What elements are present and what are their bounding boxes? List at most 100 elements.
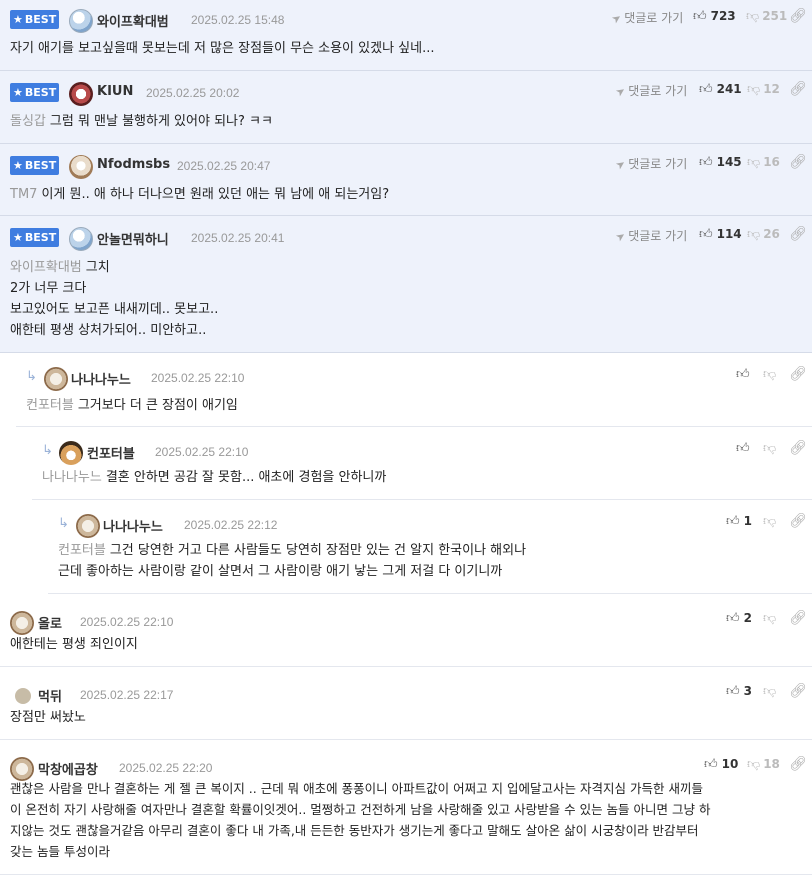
star-icon: ★	[13, 86, 23, 99]
grey-avatar[interactable]	[15, 688, 31, 704]
comment-line: 근데 좋아하는 사람이랑 같이 살면서 그 사람이랑 애기 낳는 그게 저걸 다…	[58, 564, 503, 579]
mention[interactable]: 컨포터블	[58, 543, 106, 558]
comment-line: 그치	[85, 260, 110, 275]
link-icon[interactable]: 🔗︎	[789, 8, 807, 24]
upvote-button[interactable]: 👍︎ 3	[726, 684, 752, 699]
upvote-button[interactable]: 👍︎ 114	[699, 227, 742, 242]
dog-avatar[interactable]	[69, 155, 93, 179]
downvote-button[interactable]: 👎︎	[763, 684, 779, 699]
comment-date: 2025.02.25 22:17	[80, 688, 174, 702]
seal-avatar[interactable]	[69, 227, 93, 251]
nickname[interactable]: 와이프확대범	[97, 11, 169, 30]
dog-avatar[interactable]	[76, 514, 100, 538]
goto-comment-link[interactable]: ➤댓글로 가기	[613, 82, 687, 100]
comment-line: 이 온전히 자기 사랑해줄 여자만나 결혼할 확률이잇겟어.. 멀쩡하고 건전하…	[10, 802, 711, 817]
downvote-button[interactable]: 👎︎ 16	[747, 155, 780, 170]
nickname[interactable]: 먹뒤	[38, 686, 62, 705]
thumbs-up-icon: 👍︎	[693, 9, 707, 24]
comment-item: ★ BEST KIUN 2025.02.25 20:02 ➤댓글로 가기 👍︎ 24…	[0, 71, 812, 144]
star-icon: ★	[13, 13, 23, 26]
downvote-button[interactable]: 👎︎ 18	[747, 757, 780, 772]
thumbs-down-icon: 👎︎	[763, 514, 777, 529]
nickname[interactable]: 올로	[38, 613, 62, 632]
nickname[interactable]: KIUN	[97, 84, 133, 99]
best-badge: ★ BEST	[10, 228, 59, 247]
link-icon[interactable]: 🔗︎	[789, 366, 807, 382]
link-icon[interactable]: 🔗︎	[789, 226, 807, 242]
downvote-button[interactable]: 👎︎	[763, 514, 779, 529]
thumbs-down-icon: 👎︎	[746, 9, 760, 24]
thumbs-up-icon: 👍︎	[726, 611, 740, 626]
fox-avatar[interactable]	[59, 441, 83, 465]
star-icon: ★	[13, 231, 23, 244]
comment-date: 2025.02.25 20:41	[191, 231, 285, 245]
comment-item: ★ BEST 와이프확대범 2025.02.25 15:48 ➤댓글로 가기 👍︎…	[0, 0, 812, 71]
downvote-button[interactable]: 👎︎	[763, 611, 779, 626]
comment-line: 괜찮은 사람을 만나 결혼하는 게 젤 큰 복이지 .. 근데 뭐 애초에 퐁퐁…	[10, 781, 703, 796]
thumbs-up-icon: 👍︎	[699, 82, 713, 97]
upvote-button[interactable]: 👍︎ 1	[726, 514, 752, 529]
comment-body: 컨포터블 그건 당연한 거고 다른 사람들도 당연히 장점만 있는 건 알지 한국…	[58, 540, 802, 582]
thumbs-down-icon: 👎︎	[747, 757, 761, 772]
comment-date: 2025.02.25 22:10	[151, 371, 245, 385]
comment-line: 이게 뭔.. 애 하나 더나으면 원래 있던 애는 뭐 남에 애 되는거임?	[41, 187, 390, 202]
comment-line: 그거보다 더 큰 장점이 애기임	[77, 398, 238, 413]
upvote-button[interactable]: 👍︎ 10	[704, 757, 738, 772]
nickname[interactable]: 안놀면뭐하니	[97, 229, 169, 248]
comment-date: 2025.02.25 22:20	[119, 761, 213, 775]
dog-avatar[interactable]	[10, 611, 34, 635]
downvote-button[interactable]: 👎︎ 26	[747, 227, 780, 242]
upvote-button[interactable]: 👍︎	[736, 441, 754, 456]
comment-body: 와이프확대범 그치 2가 너무 크다 보고있어도 보고픈 내새끼데.. 못보고..…	[10, 257, 802, 341]
comment-line: 그건 당연한 거고 다른 사람들도 당연히 장점만 있는 건 알지 한국이나 해…	[109, 543, 527, 558]
thumbs-up-icon: 👍︎	[726, 684, 740, 699]
link-icon[interactable]: 🔗︎	[789, 683, 807, 699]
comment-body: 자기 애기를 보고싶을때 못보는데 저 많은 장점들이 무슨 소용이 있겠나 싶…	[10, 38, 802, 59]
link-icon[interactable]: 🔗︎	[789, 756, 807, 772]
send-icon: ➤	[613, 83, 629, 100]
dog-avatar[interactable]	[44, 367, 68, 391]
downvote-button[interactable]: 👎︎ 12	[747, 82, 780, 97]
link-icon[interactable]: 🔗︎	[789, 154, 807, 170]
thumbs-down-icon: 👎︎	[747, 155, 761, 170]
send-icon: ➤	[609, 10, 625, 27]
link-icon[interactable]: 🔗︎	[789, 610, 807, 626]
link-icon[interactable]: 🔗︎	[789, 513, 807, 529]
goto-comment-link[interactable]: ➤댓글로 가기	[613, 155, 687, 173]
mention[interactable]: 돌싱갑	[10, 114, 46, 129]
comment-date: 2025.02.25 22:12	[184, 518, 278, 532]
comment-line: 그럼 뭐 맨날 불행하게 있어야 되나? ㅋㅋ	[49, 114, 273, 129]
downvote-button[interactable]: 👎︎ 251	[746, 9, 787, 24]
nickname[interactable]: 막창에곱창	[38, 759, 98, 778]
nickname[interactable]: Nfodmsbs	[97, 157, 170, 172]
upvote-button[interactable]: 👍︎ 241	[699, 82, 742, 97]
downvote-button[interactable]: 👎︎	[763, 441, 779, 456]
comment-date: 2025.02.25 22:10	[80, 615, 174, 629]
red-dog-avatar[interactable]	[69, 82, 93, 106]
link-icon[interactable]: 🔗︎	[789, 440, 807, 456]
downvote-button[interactable]: 👎︎	[763, 367, 779, 382]
thumbs-up-icon: 👍︎	[726, 514, 740, 529]
nickname[interactable]: 나나나누느	[71, 369, 131, 388]
comment-item: ↳ 나나나누느 2025.02.25 22:10 👍︎ 👎︎ 🔗︎ 컨포터블 그거…	[16, 353, 812, 427]
mention[interactable]: TM7	[10, 187, 37, 202]
link-icon[interactable]: 🔗︎	[789, 81, 807, 97]
thumbs-up-icon: 👍︎	[736, 367, 750, 382]
thumbs-up-icon: 👍︎	[736, 441, 750, 456]
nickname[interactable]: 컨포터블	[87, 443, 135, 462]
goto-comment-link[interactable]: ➤댓글로 가기	[609, 9, 683, 27]
mention[interactable]: 컨포터블	[26, 398, 74, 413]
seal-avatar[interactable]	[69, 9, 93, 33]
upvote-button[interactable]: 👍︎	[736, 367, 754, 382]
mention[interactable]: 와이프확대범	[10, 260, 82, 275]
comment-body: 컨포터블 그거보다 더 큰 장점이 애기임	[26, 395, 802, 416]
upvote-button[interactable]: 👍︎ 2	[726, 611, 752, 626]
comment-line: 애한테 평생 상처가되어.. 미안하고..	[10, 323, 207, 338]
upvote-button[interactable]: 👍︎ 723	[693, 9, 736, 24]
upvote-button[interactable]: 👍︎ 145	[699, 155, 742, 170]
comment-line: 보고있어도 보고픈 내새끼데.. 못보고..	[10, 302, 219, 317]
comment-body: TM7 이게 뭔.. 애 하나 더나으면 원래 있던 애는 뭐 남에 애 되는거임…	[10, 184, 802, 205]
nickname[interactable]: 나나나누느	[103, 516, 163, 535]
goto-comment-link[interactable]: ➤댓글로 가기	[613, 227, 687, 245]
mention[interactable]: 나나나누느	[42, 470, 102, 485]
